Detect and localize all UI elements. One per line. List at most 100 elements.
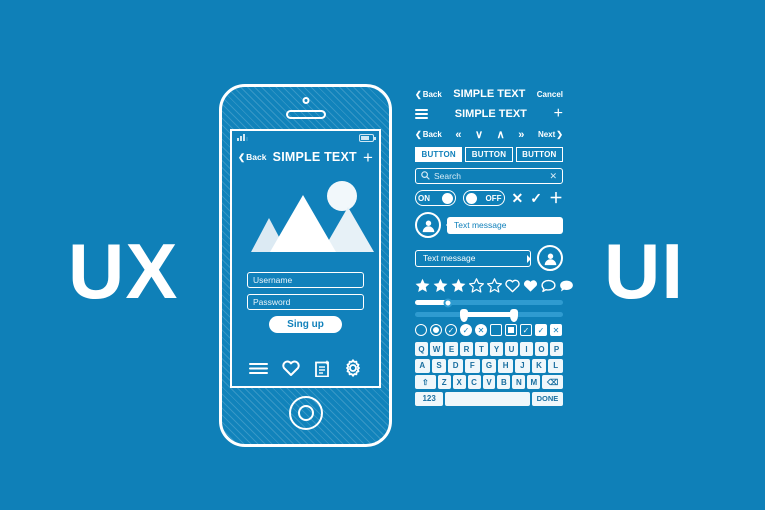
search-input[interactable]: Search ✕: [415, 168, 563, 184]
toggle-knob: [442, 192, 454, 204]
key-t[interactable]: T: [475, 342, 488, 356]
kit-back-button-a[interactable]: ❮ Back: [415, 90, 442, 99]
kit-button-group: BUTTON BUTTON BUTTON: [415, 147, 563, 162]
rating-row: [415, 278, 573, 293]
menu-icon[interactable]: [249, 362, 268, 375]
kit-title-a: SIMPLE TEXT: [453, 88, 526, 100]
chat-filled-icon[interactable]: [559, 279, 574, 293]
kit-navbar-b: SIMPLE TEXT +: [415, 106, 563, 122]
key-l[interactable]: L: [548, 358, 564, 373]
key-m[interactable]: M: [527, 375, 541, 389]
key-u[interactable]: U: [505, 342, 518, 356]
slider-handle-low[interactable]: [459, 309, 468, 322]
key-f[interactable]: F: [465, 358, 480, 373]
key-b[interactable]: B: [497, 375, 511, 389]
key-v[interactable]: V: [482, 375, 496, 389]
key-d[interactable]: D: [448, 358, 463, 373]
clear-icon[interactable]: ✕: [549, 171, 557, 182]
toggle-off-label: OFF: [485, 193, 502, 203]
toggle-off[interactable]: OFF: [463, 190, 505, 206]
pager-back-button[interactable]: ❮ Back: [415, 130, 442, 139]
key-space[interactable]: [445, 391, 530, 406]
slider-handle[interactable]: [443, 298, 453, 307]
radio-close-filled-icon[interactable]: ✕: [475, 324, 487, 336]
heart-icon[interactable]: [282, 360, 300, 376]
key-s[interactable]: S: [431, 358, 447, 373]
kit-button-3[interactable]: BUTTON: [515, 147, 563, 162]
check-icon[interactable]: ✓: [530, 191, 542, 205]
hamburger-icon[interactable]: [415, 106, 428, 121]
key-backspace[interactable]: ⌫: [542, 375, 563, 389]
navbar-back-button[interactable]: ❮ Back: [238, 152, 266, 163]
radio-check-outline-icon[interactable]: ✓: [445, 324, 457, 336]
gear-icon[interactable]: [344, 359, 362, 377]
key-e[interactable]: E: [445, 342, 458, 356]
kit-button-1[interactable]: BUTTON: [415, 147, 463, 162]
kit-button-2[interactable]: BUTTON: [465, 147, 513, 162]
key-p[interactable]: P: [550, 342, 563, 356]
range-slider[interactable]: [415, 309, 563, 322]
kit-toggle-row: ON OFF ✕ ✓ ＋: [415, 190, 563, 206]
battery-icon: [359, 133, 376, 142]
key-done[interactable]: DONE: [531, 391, 563, 406]
key-j[interactable]: J: [515, 358, 530, 373]
radio-empty-icon[interactable]: [415, 324, 427, 336]
control-row: ✓ ✓ ✕ ✓ ✓ ✕: [415, 324, 563, 336]
key-q[interactable]: Q: [415, 342, 428, 356]
key-c[interactable]: C: [467, 375, 481, 389]
check-plain-icon[interactable]: ✓: [535, 324, 547, 336]
pager-next-button[interactable]: Next ❯: [538, 130, 563, 139]
checkbox-checked-icon[interactable]: ✓: [520, 324, 532, 336]
key-n[interactable]: N: [512, 375, 526, 389]
star-filled-icon[interactable]: [451, 278, 466, 293]
signup-button[interactable]: Sing up: [269, 316, 342, 333]
key-g[interactable]: G: [481, 358, 497, 373]
chat-outline-icon[interactable]: [541, 279, 556, 293]
key-numeric[interactable]: 123: [415, 391, 444, 406]
star-outline-icon[interactable]: [487, 278, 502, 293]
heart-filled-icon[interactable]: [523, 279, 538, 293]
plus-icon[interactable]: ＋: [549, 191, 563, 205]
single-slider[interactable]: [415, 298, 563, 307]
pager-first-button[interactable]: «: [455, 129, 461, 141]
pager-last-button[interactable]: »: [518, 129, 524, 141]
key-w[interactable]: W: [430, 342, 443, 356]
password-input[interactable]: Password: [247, 294, 364, 310]
key-a[interactable]: A: [414, 358, 430, 373]
checkbox-empty-icon[interactable]: [490, 324, 502, 336]
close-icon[interactable]: ✕: [512, 191, 524, 205]
chevron-left-icon: ❮: [415, 89, 422, 99]
message-bubble-filled[interactable]: Text message: [446, 216, 563, 234]
key-h[interactable]: H: [498, 358, 514, 373]
key-k[interactable]: K: [531, 358, 547, 373]
message-row-left: Text message: [415, 212, 563, 238]
key-o[interactable]: O: [535, 342, 548, 356]
key-z[interactable]: Z: [437, 375, 451, 389]
message-bubble-outlined[interactable]: Text message: [415, 249, 531, 267]
keyboard-row-2: ASDFGHJKL: [414, 358, 564, 373]
key-x[interactable]: X: [452, 375, 466, 389]
radio-check-filled-icon[interactable]: ✓: [460, 324, 472, 336]
slider-handle-high[interactable]: [510, 309, 519, 322]
checkbox-filled-icon[interactable]: [505, 324, 517, 336]
pager-up-button[interactable]: ∧: [497, 128, 505, 141]
note-add-icon[interactable]: [314, 360, 330, 377]
kit-cancel-button[interactable]: Cancel: [537, 90, 563, 99]
close-plain-icon[interactable]: ✕: [550, 324, 562, 336]
star-filled-icon[interactable]: [415, 278, 430, 293]
pager-down-button[interactable]: ∨: [475, 128, 483, 141]
navbar-add-button[interactable]: +: [363, 149, 373, 166]
key-y[interactable]: Y: [490, 342, 503, 356]
radio-selected-icon[interactable]: [430, 324, 442, 336]
username-input[interactable]: Username: [247, 272, 364, 288]
key-r[interactable]: R: [460, 342, 473, 356]
star-filled-icon[interactable]: [433, 278, 448, 293]
kit-add-button[interactable]: +: [554, 106, 563, 122]
key-shift[interactable]: ⇧: [415, 375, 436, 389]
key-i[interactable]: I: [520, 342, 533, 356]
heart-outline-icon[interactable]: [505, 279, 520, 293]
home-button[interactable]: [288, 396, 323, 430]
phone-screen: ❮ Back SIMPLE TEXT + Username Password S…: [230, 129, 381, 388]
star-outline-icon[interactable]: [469, 278, 484, 293]
toggle-on[interactable]: ON: [415, 190, 457, 206]
